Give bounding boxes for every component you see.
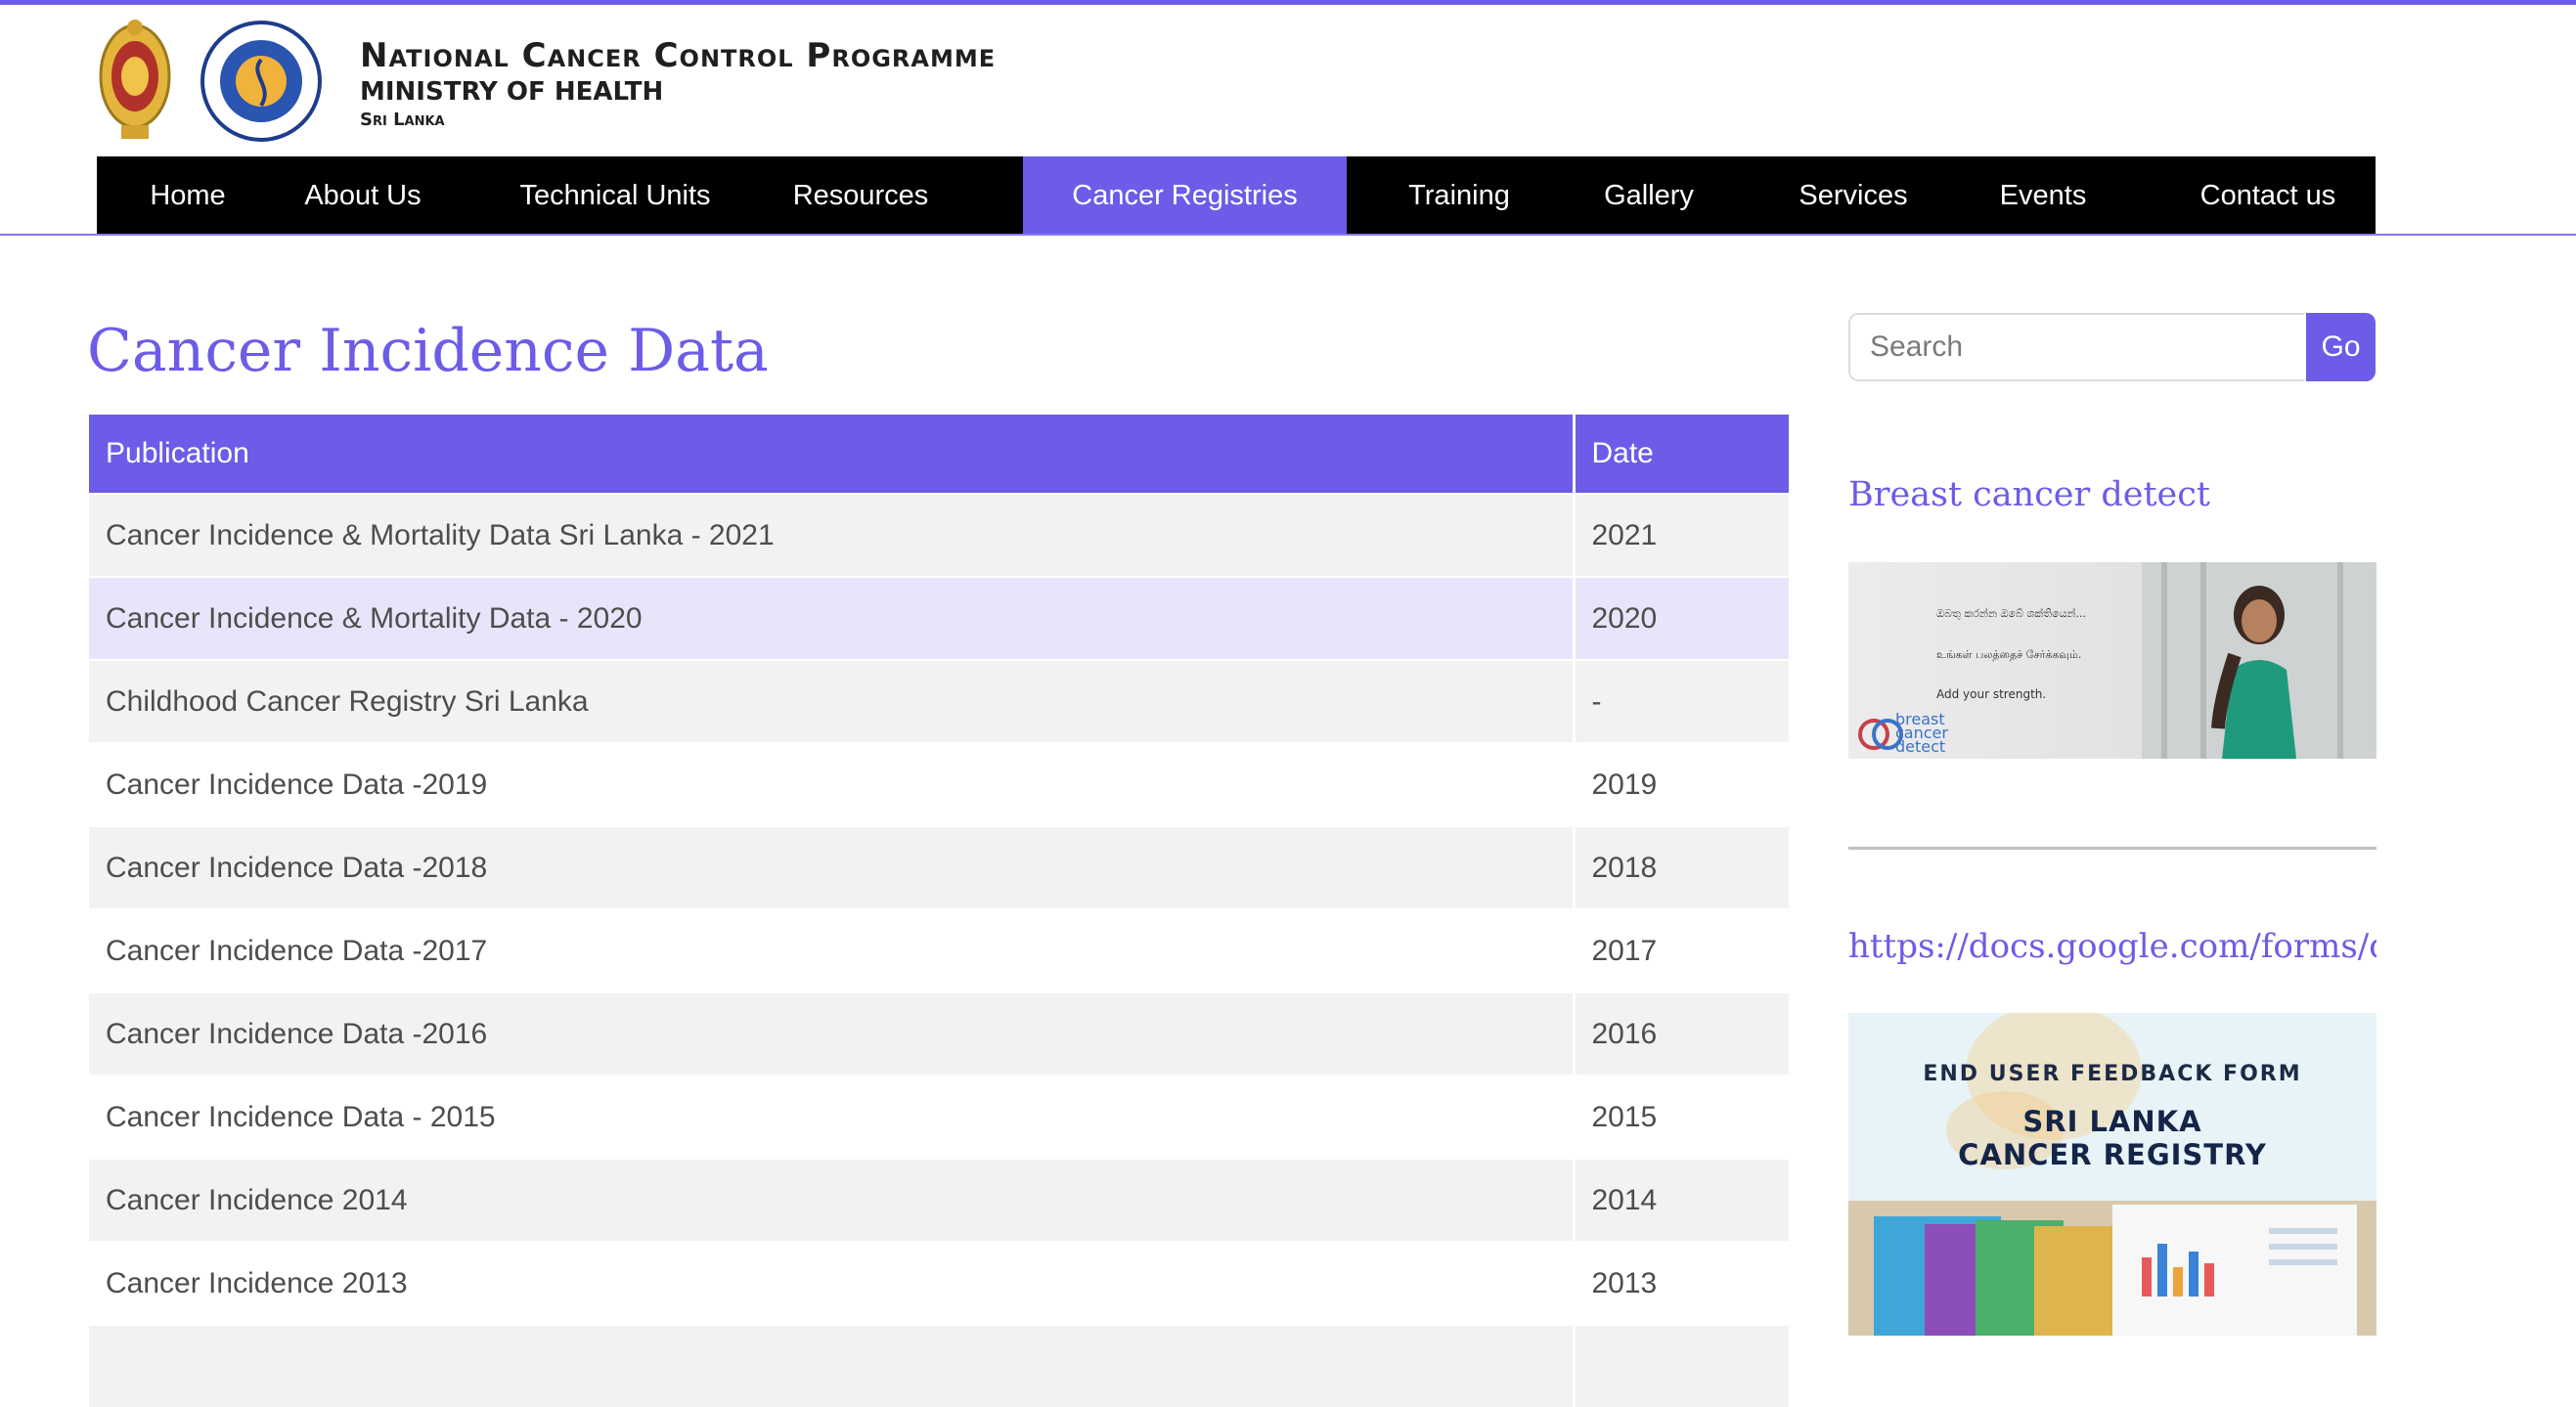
- date-cell: 2019: [1572, 742, 1789, 826]
- date-cell: [1572, 1324, 1789, 1407]
- publication-cell[interactable]: Cancer Incidence Data - 2015: [89, 1075, 1574, 1159]
- column-header-date: Date: [1572, 415, 1789, 494]
- table-row[interactable]: Cancer Incidence Data -2019 2019: [89, 742, 1789, 826]
- top-accent-bar: [0, 0, 2576, 5]
- breast-cancer-detect-heading: Breast cancer detect: [1848, 475, 2210, 514]
- nccp-logo: [200, 16, 323, 147]
- nav-item-contact-us[interactable]: Contact us: [2180, 156, 2356, 235]
- feedback-heading: END USER FEEDBACK FORM: [1923, 1062, 2302, 1086]
- nav-item-technical-units[interactable]: Technical Units: [496, 156, 734, 235]
- nav-item-training[interactable]: Training: [1386, 156, 1532, 235]
- date-cell: 2017: [1572, 908, 1789, 992]
- publication-cell[interactable]: Cancer Incidence Data -2016: [89, 991, 1574, 1076]
- column-header-publication: Publication: [89, 415, 1574, 494]
- sri-lanka-emblem: [98, 16, 172, 147]
- date-cell: 2016: [1572, 991, 1789, 1076]
- header-divider: [0, 234, 2576, 236]
- main-navigation: Home About Us Technical Units Resources …: [97, 156, 2376, 235]
- table-header-row: Publication Date: [89, 415, 1789, 494]
- banner-tamil-text: உங்கள் பலத்தைச் சேர்க்கவும்.: [1936, 648, 2082, 661]
- date-cell: 2015: [1572, 1075, 1789, 1159]
- publication-cell[interactable]: Cancer Incidence Data -2019: [89, 742, 1574, 826]
- search-go-button[interactable]: Go: [2306, 313, 2376, 381]
- table-row[interactable]: Cancer Incidence 2013 2013: [89, 1241, 1789, 1325]
- search-input[interactable]: [1848, 313, 2304, 381]
- breast-cancer-detect-banner[interactable]: ඔබතු කරන්න ඔබේ ශක්තියෙන්... உங்கள் பலத்த…: [1848, 562, 2376, 759]
- publication-cell[interactable]: Cancer Incidence Data -2017: [89, 908, 1574, 992]
- table-row[interactable]: Cancer Incidence Data -2016 2016: [89, 991, 1789, 1076]
- nav-item-services[interactable]: Services: [1782, 156, 1925, 235]
- publications-table: Publication Date Cancer Incidence & Mort…: [89, 415, 1789, 1407]
- publication-cell[interactable]: Cancer Incidence & Mortality Data Sri La…: [89, 493, 1574, 577]
- table-row[interactable]: Cancer Incidence 2014 2014: [89, 1158, 1789, 1242]
- nav-item-home[interactable]: Home: [122, 156, 253, 235]
- table-row[interactable]: [89, 1324, 1789, 1407]
- publication-cell[interactable]: Cancer Incidence Data -2018: [89, 825, 1574, 909]
- date-cell: 2013: [1572, 1241, 1789, 1325]
- breast-cancer-detect-logo: breast cancer detect: [1895, 710, 1948, 756]
- feedback-form-link[interactable]: https://docs.google.com/forms/d/e/1: [1848, 921, 2376, 972]
- feedback-subheading: SRI LANKA: [2022, 1105, 2202, 1138]
- table-row[interactable]: Cancer Incidence & Mortality Data Sri La…: [89, 493, 1789, 577]
- date-cell: -: [1572, 659, 1789, 743]
- table-row[interactable]: Cancer Incidence Data -2018 2018: [89, 825, 1789, 909]
- site-brand: National Cancer Control Programme MINIST…: [360, 35, 996, 133]
- site-subtitle: MINISTRY OF HEALTH: [360, 77, 664, 107]
- date-cell: 2020: [1572, 576, 1789, 660]
- nav-item-events[interactable]: Events: [1979, 156, 2107, 235]
- page-title: Cancer Incidence Data: [87, 317, 769, 385]
- table-row[interactable]: Cancer Incidence & Mortality Data - 2020…: [89, 576, 1789, 660]
- date-cell: 2014: [1572, 1158, 1789, 1242]
- publication-cell[interactable]: Cancer Incidence & Mortality Data - 2020: [89, 576, 1574, 660]
- date-cell: 2021: [1572, 493, 1789, 577]
- nav-item-gallery[interactable]: Gallery: [1587, 156, 1710, 235]
- publication-cell[interactable]: Cancer Incidence 2014: [89, 1158, 1574, 1242]
- feedback-form-banner[interactable]: END USER FEEDBACK FORM SRI LANKA CANCER …: [1848, 1013, 2376, 1336]
- banner-sinhala-text: ඔබතු කරන්න ඔබේ ශක්තියෙන්...: [1936, 607, 2086, 620]
- site-title: National Cancer Control Programme: [360, 36, 997, 75]
- publication-cell[interactable]: Cancer Incidence 2013: [89, 1241, 1574, 1325]
- publication-cell[interactable]: [89, 1324, 1574, 1407]
- date-cell: 2018: [1572, 825, 1789, 909]
- nav-item-about-us[interactable]: About Us: [289, 156, 437, 235]
- nav-item-cancer-registries[interactable]: Cancer Registries: [1023, 156, 1347, 235]
- site-country: Sri Lanka: [360, 110, 445, 130]
- nav-item-resources[interactable]: Resources: [770, 156, 952, 235]
- table-row[interactable]: Cancer Incidence Data - 2015 2015: [89, 1075, 1789, 1159]
- table-row[interactable]: Cancer Incidence Data -2017 2017: [89, 908, 1789, 992]
- publication-cell[interactable]: Childhood Cancer Registry Sri Lanka: [89, 659, 1574, 743]
- table-row[interactable]: Childhood Cancer Registry Sri Lanka -: [89, 659, 1789, 743]
- feedback-subheading-2: CANCER REGISTRY: [1958, 1138, 2267, 1171]
- banner-english-text: Add your strength.: [1936, 687, 2047, 701]
- sidebar-divider: [1848, 847, 2376, 850]
